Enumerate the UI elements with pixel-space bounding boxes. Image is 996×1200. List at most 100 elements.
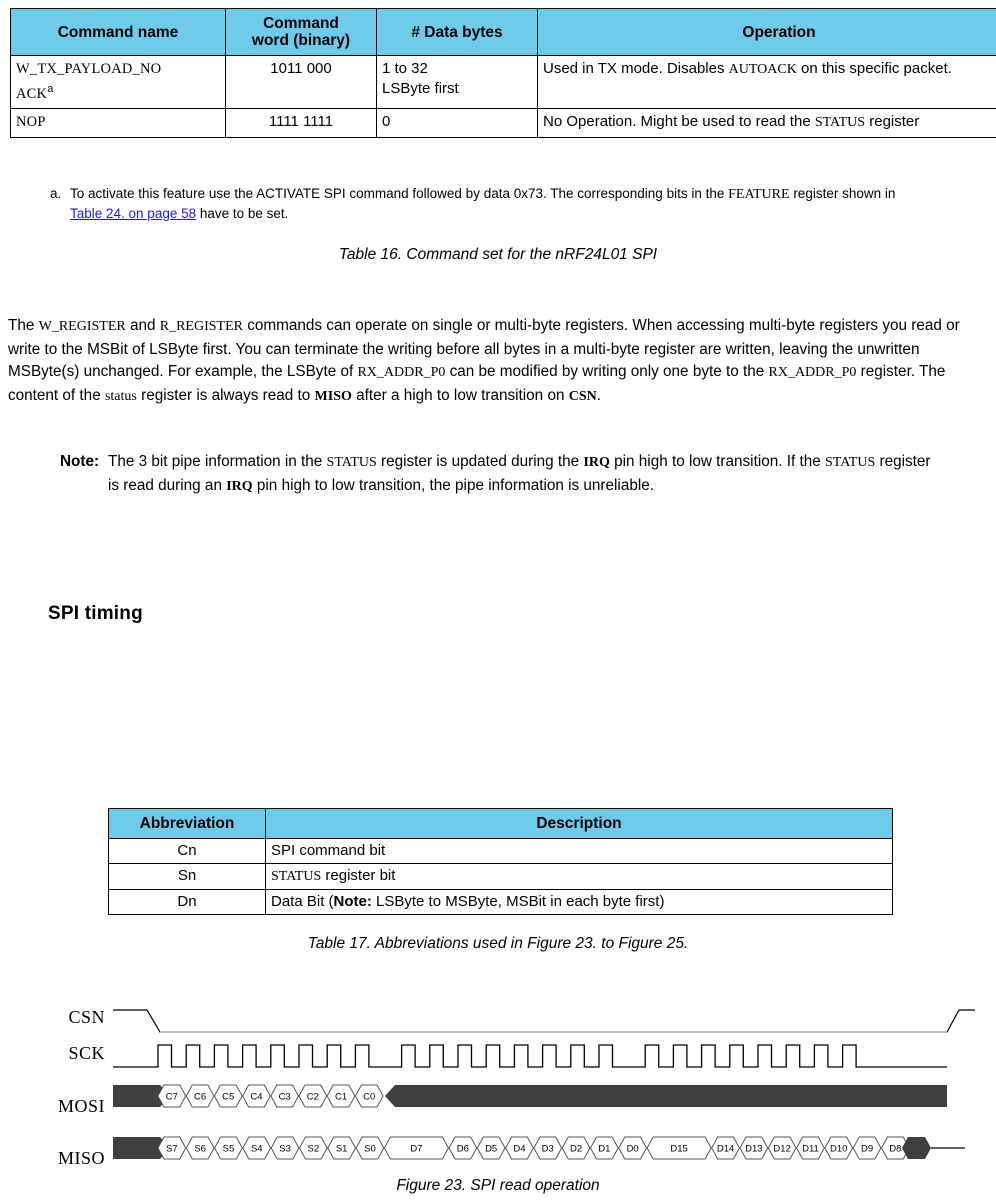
data-cell-label: D14 — [717, 1143, 734, 1154]
footnote-marker-a: a — [47, 83, 54, 95]
command-name-line1: NOP — [16, 114, 46, 130]
waveform-csn — [113, 1009, 975, 1033]
cell-operation: Used in TX mode. Disables AUTOACK on thi… — [537, 55, 996, 109]
data-cell-label: C4 — [250, 1091, 262, 1102]
data-cell-label: C6 — [194, 1091, 206, 1102]
data-cell-label: D3 — [542, 1143, 554, 1154]
data-cell-label: C7 — [166, 1091, 178, 1102]
para-mono-w-register: W_REGISTER — [38, 319, 126, 335]
operation-text-post: register — [865, 113, 920, 130]
miso-dont-care-end — [902, 1137, 931, 1159]
cell-data-bytes: 0 — [376, 108, 538, 138]
cell-description: Data Bit (Note: LSByte to MSByte, MSBit … — [265, 889, 893, 915]
data-cell-label: D5 — [485, 1143, 497, 1154]
footnote-marker: a. — [50, 186, 62, 201]
data-cell-label: S0 — [364, 1143, 376, 1154]
data-cell-label: S4 — [251, 1143, 263, 1154]
sck-clock-path — [113, 1044, 947, 1068]
mosi-dont-care-end — [385, 1085, 947, 1107]
operation-text-pre: Used in TX mode. Disables — [543, 60, 729, 77]
note-block: Note: The 3 bit pipe information in the … — [60, 451, 940, 498]
cell-operation: No Operation. Might be used to read the … — [537, 108, 996, 138]
data-cell-label: D4 — [513, 1143, 525, 1154]
note-label: Note: — [60, 453, 100, 470]
data-cell-label: D11 — [802, 1143, 819, 1154]
data-bytes-line2: LSByte first — [382, 80, 459, 97]
table-row: Sn STATUS register bit — [108, 863, 893, 890]
table-row: NOP 1111 1111 0 No Operation. Might be u… — [10, 108, 996, 138]
data-cell-label: D2 — [570, 1143, 582, 1154]
timing-waveforms-svg: C7 C6 C5 C4 C3 C2 C1 C0 S7 S6 S5 S4 S3 S2 S1 S0 D7 D6 D5 D… — [113, 1009, 975, 1160]
desc-post: register bit — [321, 867, 396, 884]
caption-table-17: Table 17. Abbreviations used in Figure 2… — [307, 935, 689, 952]
data-bytes-line1: 1 to 32 — [382, 60, 428, 77]
column-header-abbreviation: Abbreviation — [108, 808, 266, 839]
data-cell-label: C5 — [222, 1091, 234, 1102]
command-name-line1: W_TX_PAYLOAD_NO — [16, 61, 162, 77]
note-mono-status-2: STATUS — [825, 455, 876, 470]
column-header-description: Description — [265, 808, 893, 839]
section-heading-spi-timing: SPI timing — [48, 603, 143, 624]
data-cell-label: S3 — [279, 1143, 291, 1154]
column-header-command-word-line2: word (binary) — [251, 32, 351, 49]
cell-command-name: NOP — [10, 108, 226, 138]
note-mono-irq-2: IRQ — [226, 478, 253, 494]
footnote-part1: To activate this feature use the ACTIVAT… — [70, 186, 729, 201]
cell-description: STATUS register bit — [265, 863, 893, 890]
para-s7: after a high to low transition on — [351, 386, 569, 404]
table-header-row: Command name Command word (binary) # Dat… — [10, 8, 996, 56]
note-mono-status-1: STATUS — [326, 455, 377, 470]
column-header-operation: Operation — [537, 8, 996, 56]
cell-abbreviation: Sn — [108, 863, 266, 890]
command-set-table: Command name Command word (binary) # Dat… — [10, 8, 996, 138]
table-header-row: Abbreviation Description — [108, 808, 893, 839]
link-table-24-page-58[interactable]: Table 24. on page 58 — [70, 206, 196, 221]
data-cell-label: C1 — [335, 1091, 347, 1102]
footnote-part2: register shown in — [789, 186, 896, 201]
data-cell-label: D13 — [745, 1143, 762, 1154]
data-cell-label: C0 — [363, 1091, 375, 1102]
mosi-data-cells: C7 C6 C5 C4 C3 C2 C1 C0 — [157, 1084, 384, 1108]
desc-bold-note: Note: — [333, 893, 372, 910]
caption-figure-23: Figure 23. SPI read operation — [396, 1177, 600, 1194]
note-mono-irq-1: IRQ — [583, 455, 610, 470]
desc-post: LSByte to MSByte, MSBit in each byte fir… — [371, 893, 665, 910]
column-header-command-word: Command word (binary) — [225, 8, 377, 56]
para-s8: . — [596, 386, 601, 404]
note-s5: pin high to low transition, the pipe inf… — [252, 476, 655, 494]
waveform-miso: S7 S6 S5 S4 S3 S2 S1 S0 D7 D6 D5 D4 D3 D2 D1 D0 D15 D14 D1… — [113, 1136, 965, 1160]
footnote-body: To activate this feature use the ACTIVAT… — [70, 184, 930, 223]
note-s2: register is updated during the — [376, 453, 584, 470]
data-cell-label: S7 — [166, 1143, 178, 1154]
footnote-a: a. To activate this feature use the ACTI… — [50, 184, 930, 223]
data-cell-label: D0 — [627, 1143, 639, 1154]
data-cell-label: C2 — [307, 1091, 319, 1102]
para-mono-rx-addr-p0-a: RX_ADDR_P0 — [357, 365, 446, 381]
data-cell-label: D9 — [861, 1143, 873, 1154]
para-mono-rx-addr-p0-b: RX_ADDR_P0 — [768, 365, 857, 381]
data-cell-label: S5 — [223, 1143, 235, 1154]
data-cell-label: D15 — [670, 1143, 687, 1154]
waveform-mosi: C7 C6 C5 C4 C3 C2 C1 C0 — [113, 1084, 947, 1108]
para-mono-status: status — [104, 388, 137, 404]
data-cell-label: S1 — [336, 1143, 348, 1154]
miso-data-cells: S7 S6 S5 S4 S3 S2 S1 S0 D7 D6 D5 D4 D3 D2 D1 D0 D15 D14 D1… — [157, 1136, 910, 1160]
desc-mono-status: STATUS — [271, 869, 322, 884]
para-mono-r-register: R_REGISTER — [159, 319, 243, 335]
desc-pre: Data Bit ( — [271, 893, 334, 910]
data-cell-label: D10 — [830, 1143, 847, 1154]
column-header-command-word-line1: Command — [263, 15, 339, 32]
operation-mono-token: STATUS — [814, 115, 866, 130]
para-mono-csn: CSN — [568, 388, 597, 404]
cell-command-word: 1011 000 — [225, 55, 377, 109]
column-header-command-name: Command name — [10, 8, 226, 56]
footnote-mono-feature: FEATURE — [728, 187, 790, 202]
note-s1: The 3 bit pipe information in the — [108, 453, 327, 470]
data-cell-label: S6 — [194, 1143, 206, 1154]
para-s4: can be modified by writing only one byte… — [445, 363, 769, 381]
operation-text-pre: No Operation. Might be used to read the — [543, 113, 815, 130]
data-cell-label: D8 — [889, 1143, 901, 1154]
cell-abbreviation: Dn — [108, 889, 266, 915]
cell-command-name: W_TX_PAYLOAD_NO ACKa — [10, 55, 226, 109]
data-bytes-line1: 0 — [382, 113, 391, 130]
